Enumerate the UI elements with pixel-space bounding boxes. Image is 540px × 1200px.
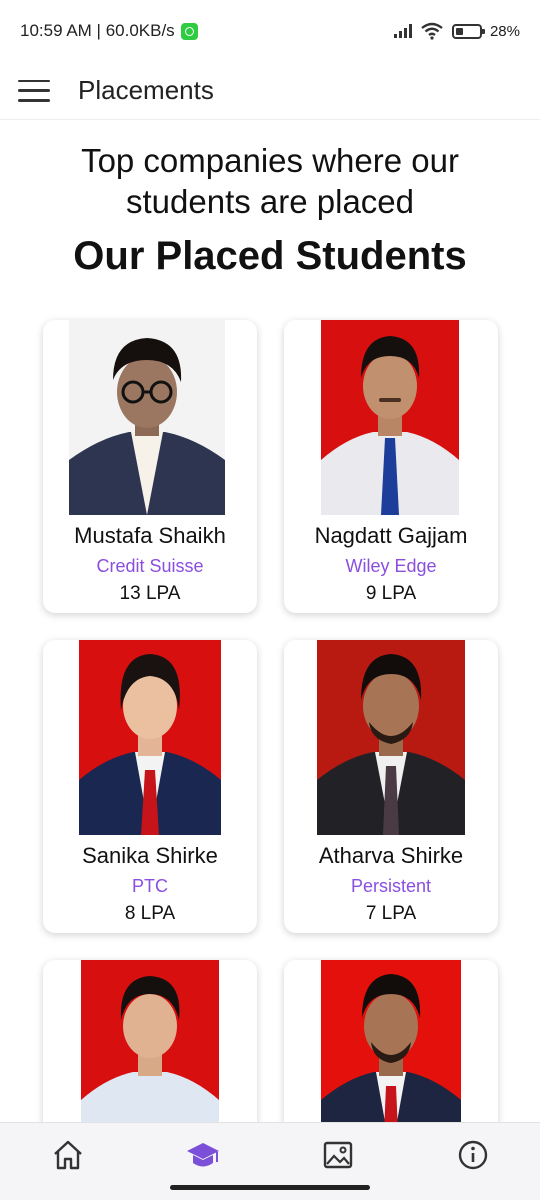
student-photo-image [79, 640, 221, 835]
student-name: Nagdatt Gajjam [314, 523, 468, 548]
nav-info[interactable] [443, 1135, 503, 1175]
battery-icon [451, 23, 485, 39]
app-notification-icon [180, 22, 198, 40]
headline: Top companies where our students are pla… [0, 140, 540, 222]
student-company: PTC [132, 876, 168, 896]
student-name: Sanika Shirke [82, 843, 218, 868]
student-photo-image [69, 320, 225, 515]
headline-line-1: Top companies where our [81, 142, 459, 179]
student-photo-image [321, 320, 459, 515]
student-package: 8 LPA [124, 903, 176, 924]
section-heading: Our Placed Students [73, 234, 467, 278]
student-card[interactable]: Mustafa Shaikh Credit Suisse 13 LPA [43, 320, 257, 613]
student-card[interactable]: Atharva Shirke Persistent 7 LPA [284, 640, 498, 933]
page-title: Placements [78, 75, 214, 105]
student-photo [69, 320, 225, 515]
student-card[interactable]: Sanika Shirke PTC 8 LPA [43, 640, 257, 933]
student-company: Wiley Edge [345, 556, 437, 576]
student-photo-image [317, 640, 465, 835]
status-time-speed: 10:59 AM | 60.0KB/s [20, 21, 175, 40]
student-photo [79, 640, 221, 835]
nav-home[interactable] [38, 1135, 98, 1175]
signal-icon [393, 24, 412, 38]
student-name: Mustafa Shaikh [74, 523, 226, 548]
student-card[interactable]: Nagdatt Gajjam Wiley Edge 9 LPA [284, 320, 498, 613]
student-photo [321, 320, 459, 515]
status-right: 28% [393, 22, 520, 40]
home-icon [53, 1140, 82, 1170]
app-bar: Placements [0, 62, 540, 120]
headline-line-2: students are placed [125, 183, 415, 220]
student-company: Credit Suisse [96, 556, 204, 576]
student-package: 9 LPA [365, 583, 417, 604]
student-company: Persistent [350, 876, 432, 896]
battery-percent: 28% [489, 22, 520, 40]
student-photo [317, 640, 465, 835]
student-package: 13 LPA [119, 583, 181, 604]
status-left: 10:59 AM | 60.0KB/s [20, 21, 198, 41]
hamburger-menu-icon[interactable] [18, 79, 50, 102]
info-icon [458, 1140, 487, 1170]
gallery-icon [323, 1141, 352, 1169]
nav-placements[interactable] [173, 1135, 233, 1175]
graduation-cap-icon [186, 1143, 219, 1167]
nav-gallery[interactable] [308, 1135, 368, 1175]
status-bar: 10:59 AM | 60.0KB/s 28% [0, 0, 540, 62]
bottom-navigation [0, 1122, 540, 1200]
wifi-icon [421, 22, 443, 40]
system-home-indicator[interactable] [170, 1185, 370, 1190]
student-package: 7 LPA [365, 903, 417, 924]
student-name: Atharva Shirke [318, 843, 464, 868]
